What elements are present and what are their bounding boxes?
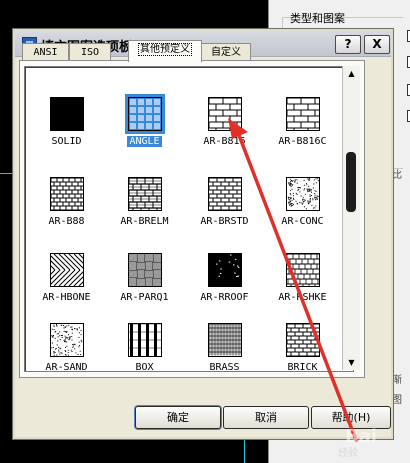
pattern-swatch-icon (208, 253, 242, 287)
pattern-swatch-icon (208, 177, 242, 211)
close-button[interactable]: X (364, 35, 390, 54)
pattern-label: AR-RROOF (200, 292, 249, 303)
pattern-swatch-icon (50, 177, 84, 211)
pattern-label: ANGLE (126, 135, 163, 148)
scroll-up-icon[interactable]: ▲ (343, 66, 360, 81)
pattern-swatch-icon (286, 253, 320, 287)
pattern-label: SOLID (51, 136, 82, 147)
pattern-label: AR-BRSTD (200, 216, 249, 227)
pattern-label: AR-B816 (203, 136, 246, 147)
pattern-label: AR-RSHKE (278, 292, 327, 303)
pattern-label: AR-SAND (45, 362, 88, 372)
pattern-swatch-icon (208, 97, 242, 131)
pattern-swatch-icon (208, 323, 242, 357)
pattern-list[interactable]: SOLID ANGLE AR-B816 AR-B816C AR-B88 AR-BRELM A… (24, 66, 354, 372)
help-title-button[interactable]: ? (335, 35, 361, 54)
scroll-thumb[interactable] (346, 152, 356, 212)
pattern-label: BRICK (287, 362, 318, 372)
pattern-swatch-icon (128, 177, 162, 211)
pattern-swatch-icon (286, 323, 320, 357)
pattern-label: AR-CONC (281, 216, 324, 227)
pattern-swatch-icon (50, 323, 84, 357)
pattern-swatch-icon (286, 177, 320, 211)
pattern-label: AR-HBONE (42, 292, 91, 303)
pattern-swatch-icon (50, 253, 84, 287)
pattern-swatch-icon (50, 97, 84, 131)
tab-other-predefined[interactable]: 其他预定义 (128, 40, 202, 62)
pattern-swatch-icon (286, 97, 320, 131)
canvas-line (244, 440, 245, 463)
vertical-scrollbar[interactable]: ▲ ▼ (342, 66, 360, 370)
pattern-label: AR-PARQ1 (120, 292, 169, 303)
scroll-down-icon[interactable]: ▼ (343, 355, 360, 370)
cancel-button[interactable]: 取消 (223, 406, 309, 429)
pattern-swatch-icon (128, 323, 162, 357)
pattern-label: AR-B88 (48, 216, 85, 227)
pattern-swatch-icon (125, 94, 165, 134)
pattern-label: AR-BRELM (120, 216, 169, 227)
pattern-label: BOX (135, 362, 154, 372)
pattern-swatch-icon (128, 253, 162, 287)
close-icon: X (372, 37, 382, 51)
tab-iso[interactable]: ISO (69, 43, 111, 61)
tab-ansi[interactable]: ANSI (22, 43, 69, 61)
pattern-label: AR-B816C (278, 136, 327, 147)
ok-button[interactable]: 确定 (135, 406, 221, 429)
background-group-title: 类型和图案 (290, 12, 345, 25)
pattern-label: BRASS (209, 362, 240, 372)
tab-custom[interactable]: 自定义 (201, 43, 251, 61)
watermark-sub: 经验 (338, 448, 358, 459)
